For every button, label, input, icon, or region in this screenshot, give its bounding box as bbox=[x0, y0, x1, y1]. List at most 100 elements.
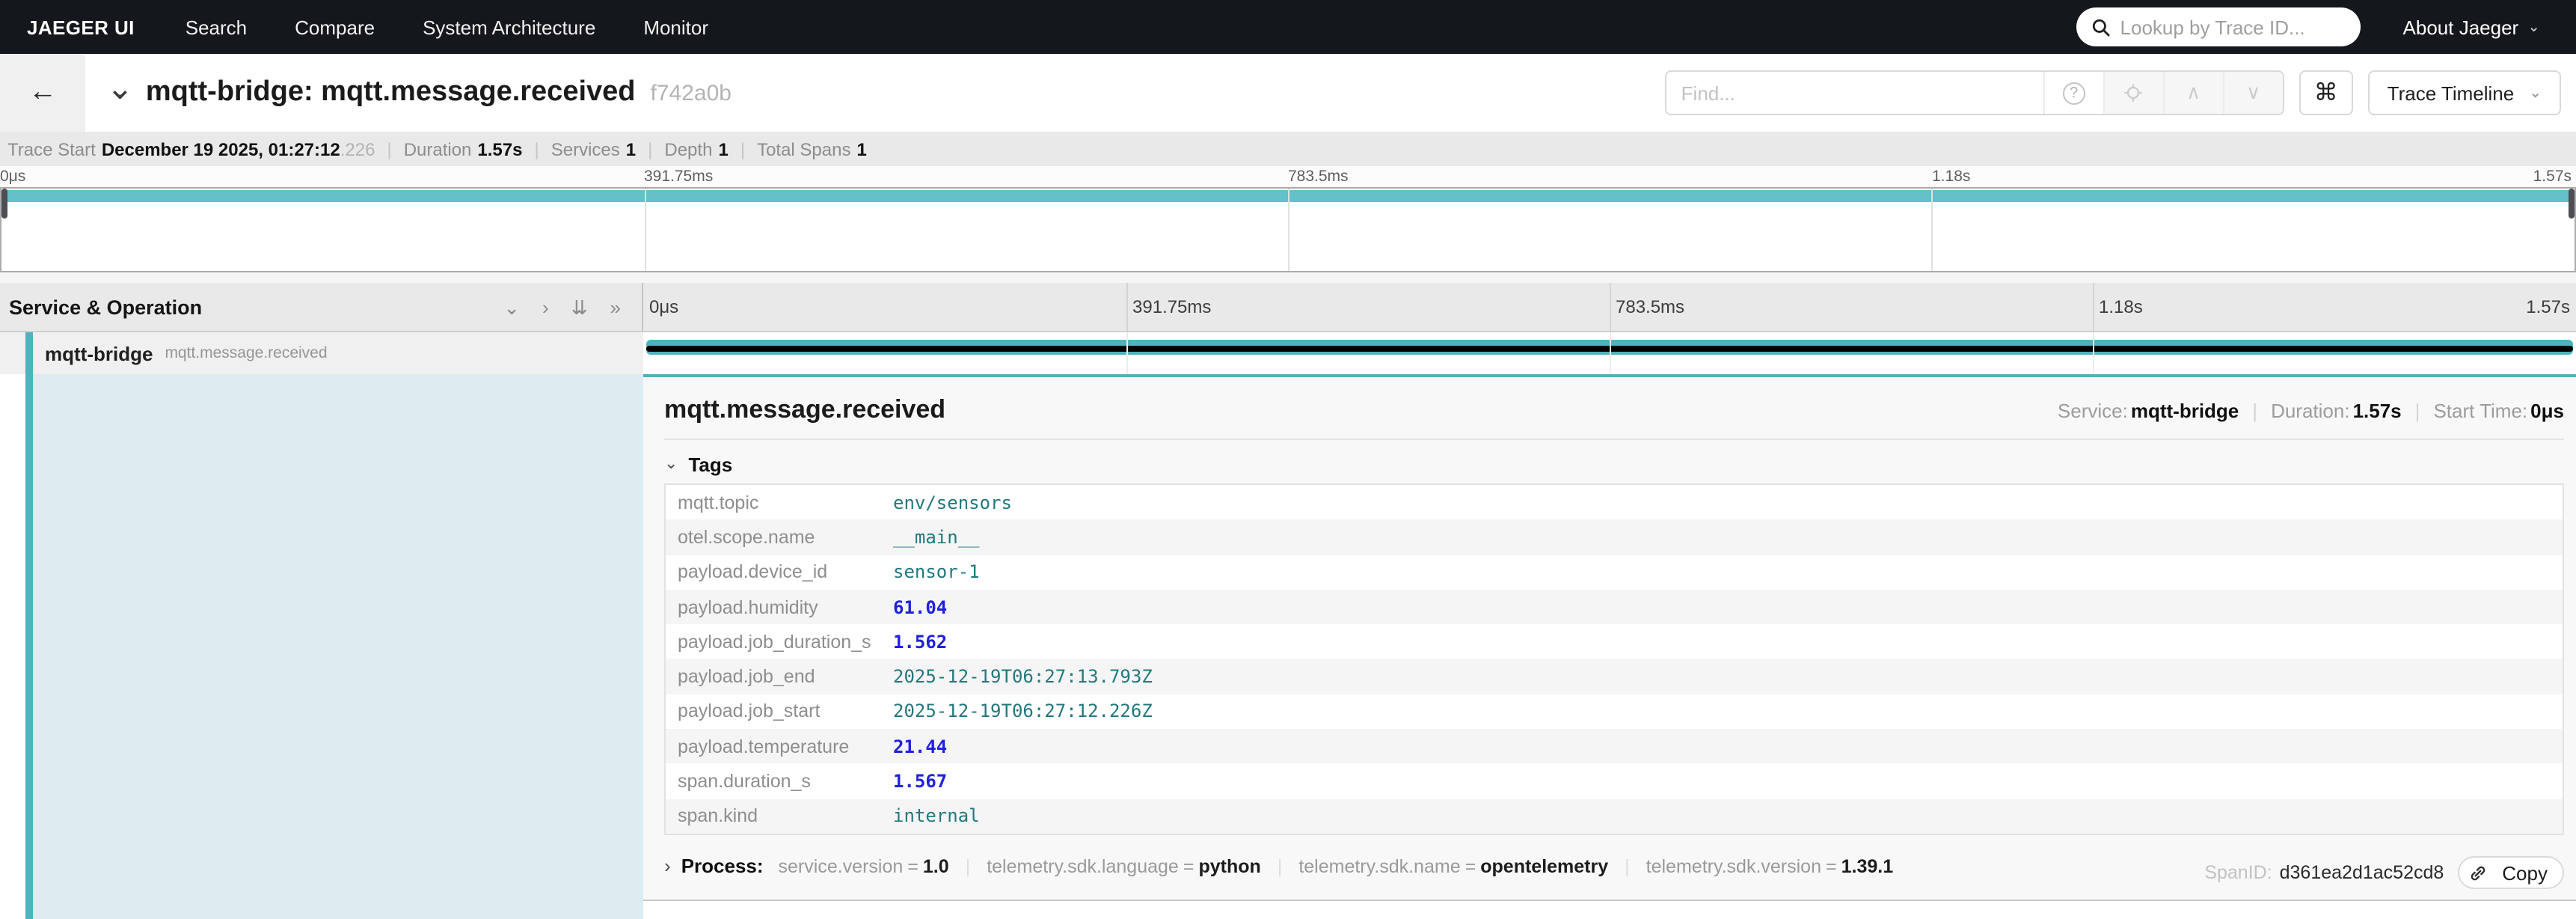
timeline-gridline bbox=[1610, 283, 1611, 331]
nav-item-compare[interactable]: Compare bbox=[295, 16, 375, 38]
next-match-button[interactable]: ∨ bbox=[2223, 72, 2283, 114]
chevron-down-icon: ⌄ bbox=[2529, 85, 2542, 101]
collapse-deep-icon[interactable]: ⇊ bbox=[571, 297, 588, 317]
tag-row[interactable]: payload.humidity61.04 bbox=[666, 590, 2563, 625]
timeline-gridline bbox=[2093, 283, 2094, 331]
trace-header-collapse-toggle[interactable]: ⌄ bbox=[106, 72, 134, 105]
detail-service-value: mqtt-bridge bbox=[2131, 400, 2239, 422]
tag-value: 21.44 bbox=[893, 736, 947, 757]
detail-start-label: Start Time: bbox=[2433, 400, 2527, 422]
span-row-timeline[interactable] bbox=[643, 332, 2576, 374]
detail-operation-name: mqtt.message.received bbox=[664, 395, 945, 425]
back-button[interactable]: ← bbox=[0, 54, 85, 132]
command-icon: ⌘ bbox=[2314, 78, 2338, 108]
duration-label: Duration bbox=[404, 138, 472, 159]
about-jaeger-label: About Jaeger bbox=[2403, 16, 2519, 38]
help-icon: ? bbox=[2063, 82, 2085, 104]
find-input[interactable] bbox=[1666, 72, 2043, 114]
tag-row[interactable]: payload.device_idsensor-1 bbox=[666, 555, 2563, 590]
tag-value: sensor-1 bbox=[893, 561, 980, 582]
timeline-gridline bbox=[1126, 332, 1128, 374]
collapse-controls: ⌄ › ⇊ » bbox=[503, 297, 621, 317]
process-value: 1.39.1 bbox=[1841, 856, 1894, 877]
top-nav: JAEGER UI Search Compare System Architectu… bbox=[0, 0, 2576, 54]
tags-table: mqtt.topicenv/sensorsotel.scope.name__ma… bbox=[664, 483, 2564, 835]
trace-lookup-placeholder: Lookup by Trace ID... bbox=[2120, 16, 2305, 38]
app-brand[interactable]: JAEGER UI bbox=[27, 16, 135, 38]
process-item: service.version=1.0 bbox=[779, 856, 949, 877]
trace-header: ← ⌄ mqtt-bridge: mqtt.message.received f… bbox=[0, 54, 2576, 132]
span-detail-header: mqtt.message.received Service:mqtt-bridg… bbox=[664, 383, 2564, 440]
chevron-down-icon: ⌄ bbox=[2527, 19, 2540, 35]
collapse-all-icon[interactable]: ⌄ bbox=[503, 297, 520, 317]
process-key: telemetry.sdk.name bbox=[1298, 856, 1460, 877]
summary-separator: | bbox=[648, 138, 652, 159]
copy-group: Copy bbox=[2457, 856, 2564, 889]
timeline-minimap[interactable] bbox=[0, 187, 2576, 272]
tag-row[interactable]: otel.scope.name__main__ bbox=[666, 520, 2563, 555]
tags-section-toggle[interactable]: ⌄ Tags bbox=[664, 454, 2564, 476]
about-jaeger-menu[interactable]: About Jaeger ⌄ bbox=[2403, 16, 2540, 38]
prev-match-button[interactable]: ∧ bbox=[2163, 72, 2223, 114]
timeline-tick-label: 1.57s bbox=[2526, 296, 2570, 317]
tag-value: 2025-12-19T06:27:12.226Z bbox=[893, 701, 1153, 722]
service-color-bar bbox=[25, 332, 33, 374]
detail-duration-value: 1.57s bbox=[2353, 400, 2402, 422]
tag-row[interactable]: payload.job_start2025-12-19T06:27:12.226… bbox=[666, 694, 2563, 730]
process-title: Process: bbox=[681, 855, 764, 877]
span-detail-meta: Service:mqtt-bridge | Duration:1.57s | S… bbox=[2058, 400, 2564, 422]
jaeger-trace-page: JAEGER UI Search Compare System Architectu… bbox=[0, 0, 2576, 919]
spanid-label: SpanID: bbox=[2204, 862, 2272, 883]
shortcuts-button[interactable]: ⌘ bbox=[2299, 70, 2353, 115]
meta-separator: | bbox=[2415, 400, 2420, 422]
tag-value: 1.562 bbox=[893, 632, 947, 653]
timeline-gridline bbox=[2093, 332, 2094, 374]
total-spans-label: Total Spans bbox=[757, 138, 850, 159]
trace-view-selector[interactable]: Trace Timeline ⌄ bbox=[2368, 70, 2561, 115]
process-equals: = bbox=[1183, 856, 1195, 877]
trace-start-fraction: .226 bbox=[340, 138, 375, 159]
tag-row[interactable]: payload.temperature21.44 bbox=[666, 729, 2563, 764]
nav-item-search[interactable]: Search bbox=[185, 16, 247, 38]
span-row[interactable]: mqtt-bridge mqtt.message.received bbox=[0, 332, 2576, 374]
service-color-bar bbox=[25, 374, 33, 919]
copy-spanid-button[interactable]: Copy bbox=[2497, 861, 2563, 884]
timeline-gridline bbox=[1126, 283, 1128, 331]
expand-all-icon[interactable]: » bbox=[610, 297, 621, 317]
tag-row[interactable]: span.duration_s1.567 bbox=[666, 764, 2563, 799]
total-spans-value: 1 bbox=[857, 138, 867, 159]
process-item: telemetry.sdk.version=1.39.1 bbox=[1646, 856, 1894, 877]
minimap-left-scrubber[interactable] bbox=[1, 189, 7, 219]
trace-view-selector-label: Trace Timeline bbox=[2388, 82, 2515, 104]
chevron-down-icon: ⌄ bbox=[664, 457, 678, 473]
find-help-button[interactable]: ? bbox=[2043, 72, 2103, 114]
tag-row[interactable]: payload.job_end2025-12-19T06:27:13.793Z bbox=[666, 659, 2563, 694]
tag-value: internal bbox=[893, 806, 980, 827]
process-equals: = bbox=[1465, 856, 1476, 877]
nav-item-monitor[interactable]: Monitor bbox=[643, 16, 708, 38]
process-separator: | bbox=[1278, 856, 1283, 877]
tag-key: payload.device_id bbox=[666, 561, 893, 582]
timeline-ruler: 0μs391.75ms783.5ms1.18s1.57s bbox=[643, 283, 2576, 331]
services-label: Services bbox=[551, 138, 620, 159]
tag-key: payload.job_end bbox=[666, 666, 893, 687]
focus-match-button[interactable] bbox=[2103, 72, 2163, 114]
service-operation-title: Service & Operation bbox=[9, 296, 202, 318]
service-operation-header: Service & Operation ⌄ › ⇊ » bbox=[0, 283, 643, 331]
trace-title: mqtt-bridge: mqtt.message.received bbox=[146, 76, 636, 109]
find-group: ? ∧ ∨ bbox=[1665, 70, 2284, 115]
back-arrow-icon: ← bbox=[28, 76, 57, 109]
link-icon bbox=[2468, 863, 2488, 882]
tag-key: payload.job_duration_s bbox=[666, 632, 893, 653]
nav-item-system-architecture[interactable]: System Architecture bbox=[423, 16, 595, 38]
minimap-right-scrubber[interactable] bbox=[2569, 189, 2575, 219]
expand-one-icon[interactable]: › bbox=[542, 297, 549, 317]
tag-row[interactable]: span.kindinternal bbox=[666, 799, 2563, 834]
trace-lookup-search[interactable]: Lookup by Trace ID... bbox=[2077, 7, 2361, 46]
services-value: 1 bbox=[626, 138, 636, 159]
tag-row[interactable]: payload.job_duration_s1.562 bbox=[666, 624, 2563, 659]
spanid-row: SpanID: d361ea2d1ac52cd8 Copy bbox=[2204, 856, 2564, 889]
span-row-name-column[interactable]: mqtt-bridge mqtt.message.received bbox=[0, 332, 643, 374]
tag-row[interactable]: mqtt.topicenv/sensors bbox=[666, 485, 2563, 520]
deep-link-button[interactable] bbox=[2459, 858, 2497, 888]
